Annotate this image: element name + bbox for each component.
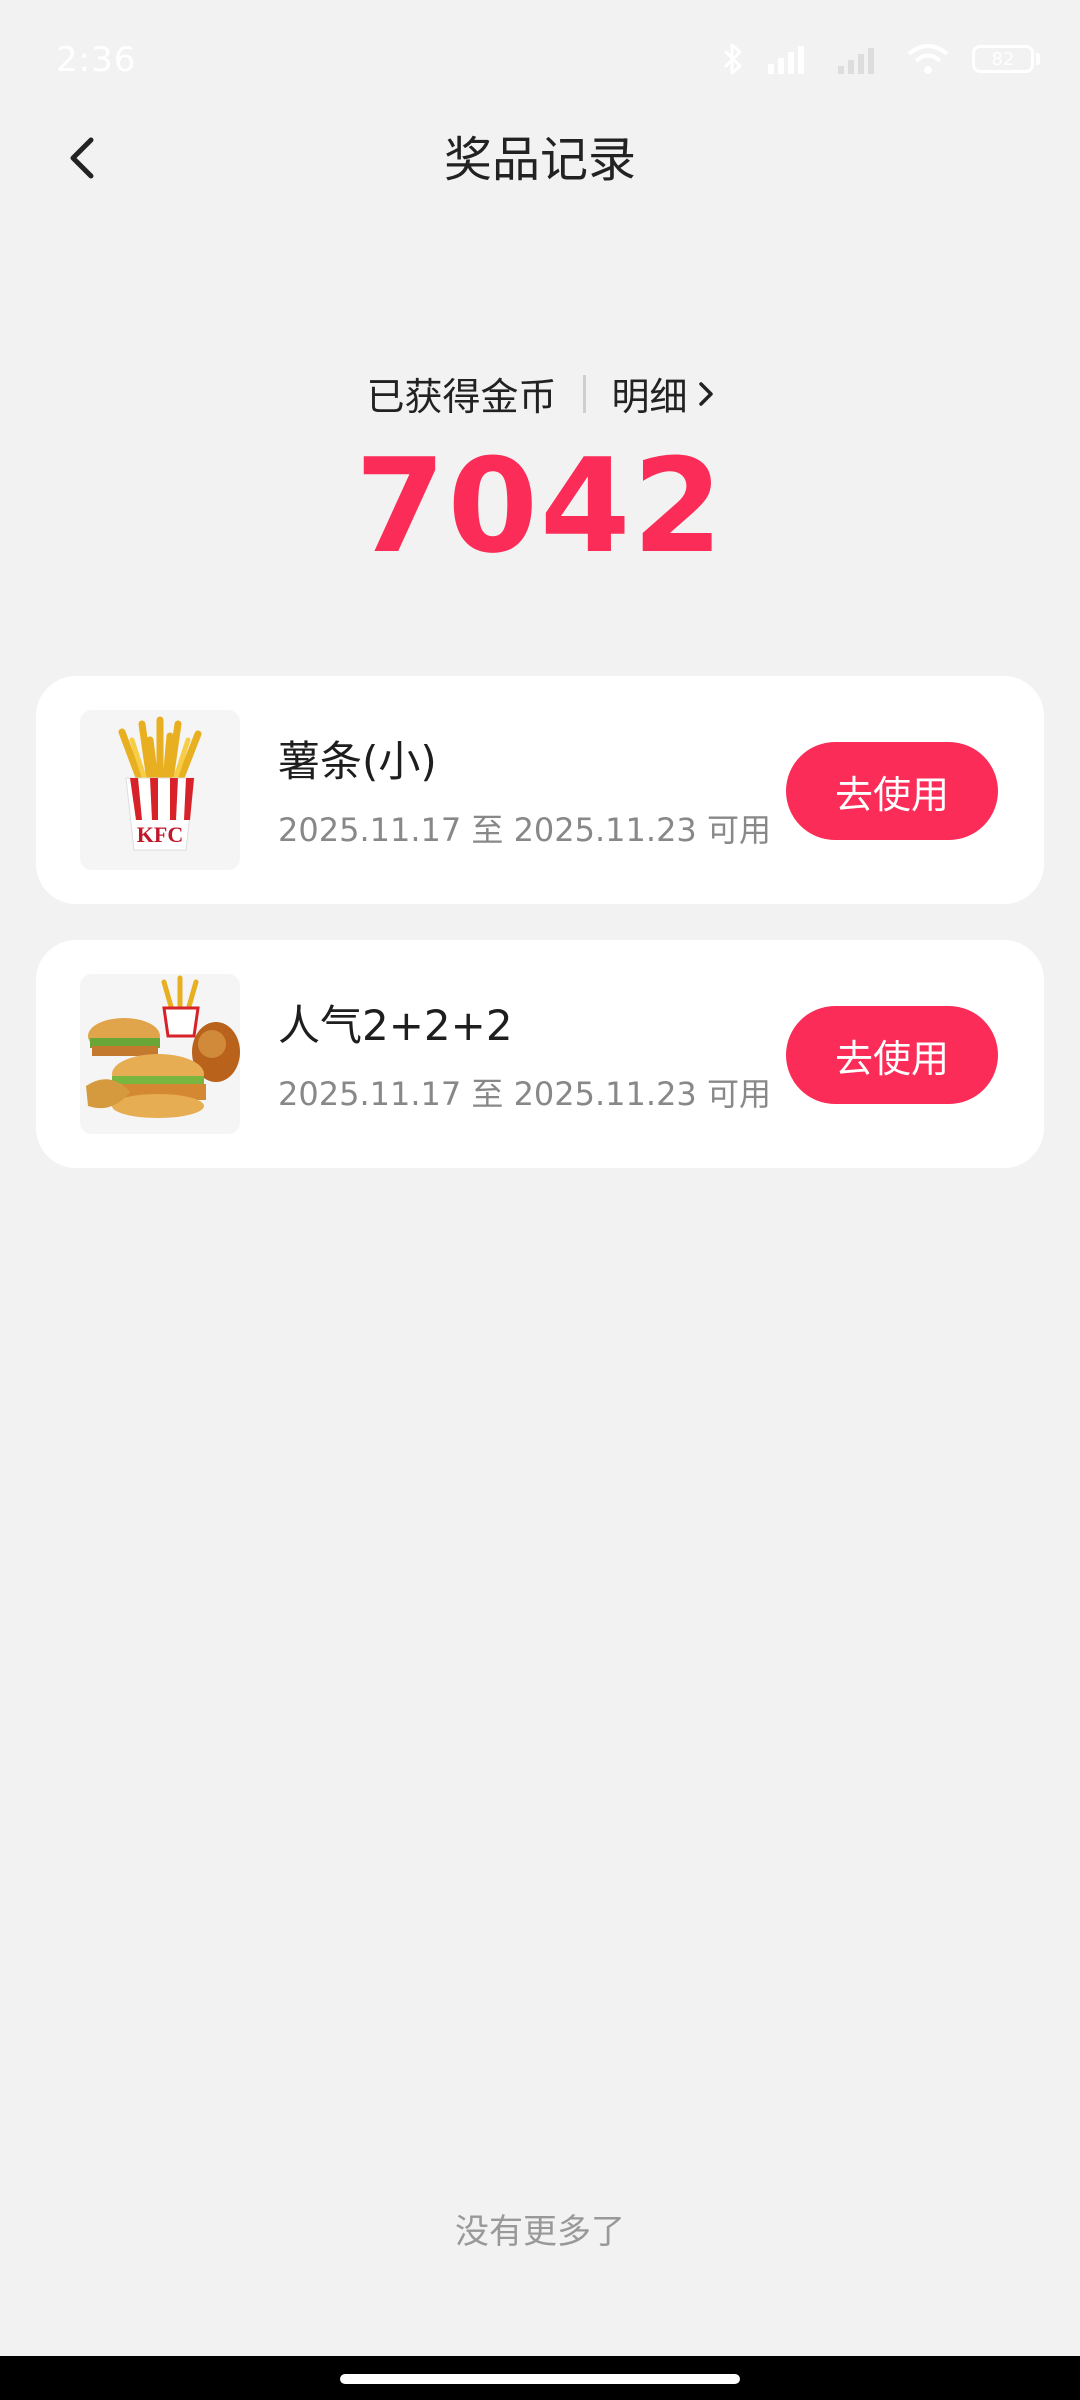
- prize-validity: 2025.11.17 至 2025.11.23 可用: [278, 811, 771, 849]
- prize-name: 薯条(小): [278, 737, 437, 786]
- svg-text:KFC: KFC: [137, 822, 183, 847]
- divider: [582, 374, 586, 413]
- detail-label: 明细: [611, 375, 688, 419]
- battery-level: 82: [972, 45, 1034, 73]
- status-time: 2:36: [56, 40, 137, 80]
- page-title: 奖品记录: [443, 132, 636, 188]
- navigation-bar: [0, 2356, 1080, 2400]
- prize-card: 人气2+2+2 2025.11.17 至 2025.11.23 可用 去使用: [36, 940, 1044, 1168]
- back-button[interactable]: [52, 128, 112, 188]
- coin-balance: 7042: [355, 430, 725, 582]
- detail-link[interactable]: 明细: [612, 366, 714, 421]
- no-more-text: 没有更多了: [455, 2212, 625, 2252]
- signal-hd-icon: [766, 42, 814, 76]
- chevron-right-icon: [698, 381, 713, 406]
- use-button[interactable]: 去使用: [786, 742, 998, 840]
- bluetooth-icon: [722, 42, 744, 76]
- status-icons: 82: [722, 42, 1040, 76]
- prize-records-screen: 2:36 82 奖品记录 已获得金币 明细 7042 KFC 薯条(小) 202…: [0, 0, 1080, 2400]
- status-bar: 2:36 82: [0, 0, 1080, 120]
- battery-icon: 82: [972, 45, 1040, 73]
- prize-card: KFC 薯条(小) 2025.11.17 至 2025.11.23 可用 去使用: [36, 676, 1044, 904]
- signal-icon: [836, 42, 884, 76]
- fries-image: KFC: [80, 710, 240, 870]
- home-indicator[interactable]: [340, 2374, 740, 2384]
- combo-meal-image: [80, 974, 240, 1134]
- earned-coins-label: 已获得金币: [366, 375, 557, 419]
- prize-validity: 2025.11.17 至 2025.11.23 可用: [278, 1075, 771, 1113]
- coins-summary-row: 已获得金币 明细: [0, 366, 1080, 421]
- chevron-left-icon: [70, 137, 94, 179]
- use-button[interactable]: 去使用: [786, 1006, 998, 1104]
- wifi-icon: [906, 42, 950, 76]
- prize-name: 人气2+2+2: [278, 1001, 513, 1050]
